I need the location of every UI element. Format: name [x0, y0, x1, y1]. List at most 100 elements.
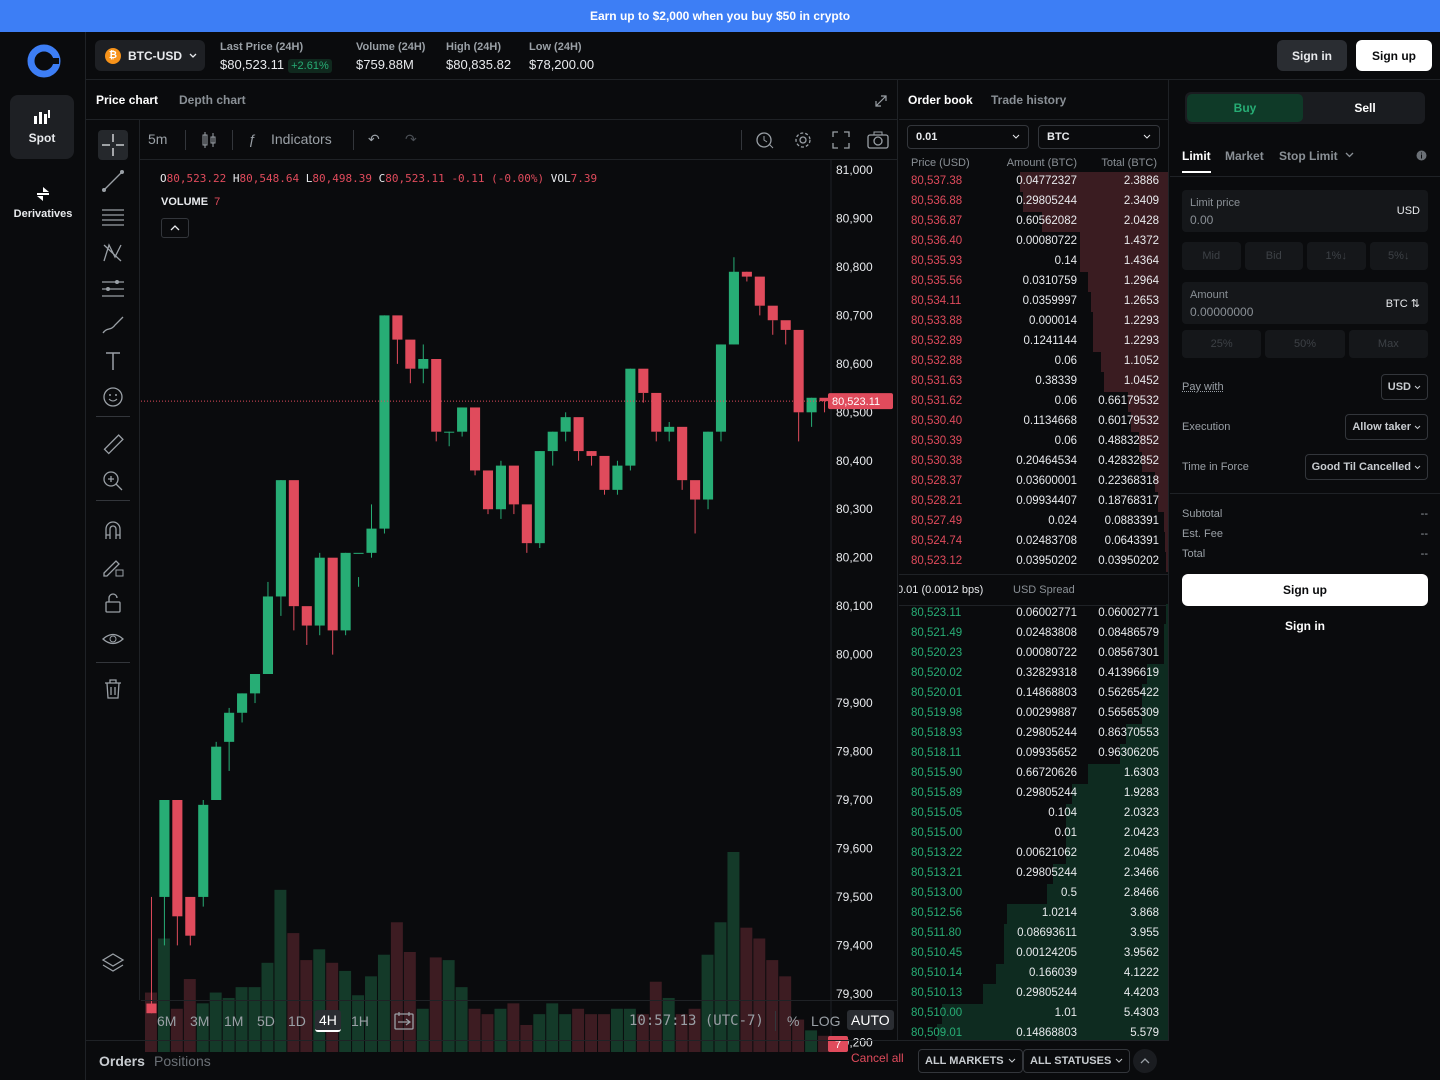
order-type-limit[interactable]: Limit: [1182, 149, 1211, 173]
form-sign-up-button[interactable]: Sign up: [1182, 574, 1428, 606]
candle-style-icon[interactable]: [201, 130, 217, 150]
bid-row[interactable]: 80,512.56 1.0214 3.868: [899, 904, 1168, 924]
settings-gear-icon[interactable]: [793, 130, 813, 150]
tab-depth-chart[interactable]: Depth chart: [179, 93, 246, 107]
chip-25pct[interactable]: 25%: [1182, 330, 1262, 358]
tab-trade-history[interactable]: Trade history: [991, 93, 1066, 107]
log-scale-toggle[interactable]: LOG: [811, 1013, 841, 1029]
chevron-down-icon[interactable]: [1345, 152, 1354, 158]
limit-price-input[interactable]: Limit price 0.00 USD: [1182, 190, 1428, 232]
expand-orders-button[interactable]: [1133, 1049, 1157, 1073]
ask-row[interactable]: 80,527.49 0.024 0.0883391: [899, 512, 1168, 532]
timeframe-1h[interactable]: 1H: [351, 1013, 369, 1029]
layers-icon[interactable]: [98, 948, 128, 978]
text-icon[interactable]: [98, 346, 128, 376]
percent-scale-toggle[interactable]: %: [787, 1013, 799, 1029]
ask-row[interactable]: 80,531.62 0.06 0.66179532: [899, 392, 1168, 412]
ask-row[interactable]: 80,535.56 0.0310759 1.2964: [899, 272, 1168, 292]
lock-drawing-icon[interactable]: [98, 552, 128, 582]
bid-row[interactable]: 80,520.02 0.32829318 0.41396619: [899, 664, 1168, 684]
chip-max[interactable]: Max: [1348, 330, 1428, 358]
timeframe-5d[interactable]: 5D: [257, 1013, 275, 1029]
sign-in-button[interactable]: Sign in: [1277, 40, 1347, 71]
bid-row[interactable]: 80,510.00 1.01 5.4303: [899, 1004, 1168, 1024]
candlestick-chart[interactable]: 81,00080,90080,80080,70080,60080,50080,4…: [141, 160, 898, 1052]
aggregation-select[interactable]: 0.01: [907, 125, 1029, 149]
statuses-filter[interactable]: ALL STATUSES: [1023, 1049, 1131, 1073]
bid-row[interactable]: 80,513.00 0.5 2.8466: [899, 884, 1168, 904]
unlock-icon[interactable]: [98, 588, 128, 618]
bid-row[interactable]: 80,515.90 0.66720626 1.6303: [899, 764, 1168, 784]
ask-row[interactable]: 80,535.93 0.14 1.4364: [899, 252, 1168, 272]
auto-scale-toggle[interactable]: AUTO: [847, 1010, 894, 1030]
bid-row[interactable]: 80,521.49 0.02483808 0.08486579: [899, 624, 1168, 644]
chip-50pct[interactable]: 50%: [1265, 330, 1345, 358]
bid-row[interactable]: 80,520.23 0.00080722 0.08567301: [899, 644, 1168, 664]
amount-input[interactable]: Amount 0.00000000 BTC ⇅: [1182, 282, 1428, 324]
tab-positions[interactable]: Positions: [154, 1053, 211, 1069]
ask-row[interactable]: 80,537.38 0.04772327 2.3886: [899, 172, 1168, 192]
alert-clock-icon[interactable]: [755, 130, 775, 150]
bid-row[interactable]: 80,515.00 0.01 2.0423: [899, 824, 1168, 844]
magnet-icon[interactable]: [98, 516, 128, 546]
tab-order-book[interactable]: Order book: [908, 93, 973, 107]
amount-unit-toggle[interactable]: BTC ⇅: [1386, 297, 1420, 310]
chip-5pct[interactable]: 5%↓: [1369, 242, 1428, 270]
bid-row[interactable]: 80,510.13 0.29805244 4.4203: [899, 984, 1168, 1004]
markets-filter[interactable]: ALL MARKETS: [918, 1049, 1023, 1073]
timeframe-3m[interactable]: 3M: [190, 1013, 209, 1029]
timeframe-1m[interactable]: 1M: [224, 1013, 243, 1029]
indicators-button[interactable]: Indicators: [271, 131, 332, 147]
ask-row[interactable]: 80,534.11 0.0359997 1.2653: [899, 292, 1168, 312]
fib-retracement-icon[interactable]: [98, 202, 128, 232]
promo-banner[interactable]: Earn up to $2,000 when you buy $50 in cr…: [0, 0, 1440, 32]
ask-row[interactable]: 80,530.40 0.1134668 0.60179532: [899, 412, 1168, 432]
brush-icon[interactable]: [98, 310, 128, 340]
bid-row[interactable]: 80,513.22 0.00621062 2.0485: [899, 844, 1168, 864]
order-type-market[interactable]: Market: [1225, 149, 1264, 163]
bid-row[interactable]: 80,510.45 0.00124205 3.9562: [899, 944, 1168, 964]
info-icon[interactable]: [1416, 150, 1427, 161]
emoji-icon[interactable]: [98, 382, 128, 412]
date-range-icon[interactable]: [394, 1011, 414, 1031]
ask-row[interactable]: 80,536.87 0.60562082 2.0428: [899, 212, 1168, 232]
trend-line-icon[interactable]: [98, 166, 128, 196]
bid-row[interactable]: 80,515.89 0.29805244 1.9283: [899, 784, 1168, 804]
buy-tab[interactable]: Buy: [1187, 94, 1303, 122]
nav-derivatives[interactable]: Derivatives: [4, 180, 82, 226]
order-type-stop-limit[interactable]: Stop Limit: [1279, 149, 1338, 163]
ask-row[interactable]: 80,530.39 0.06 0.48832852: [899, 432, 1168, 452]
bid-row[interactable]: 80,510.14 0.166039 4.1222: [899, 964, 1168, 984]
chip-bid[interactable]: Bid: [1244, 242, 1303, 270]
bid-row[interactable]: 80,523.11 0.06002771 0.06002771: [899, 604, 1168, 624]
ruler-icon[interactable]: [98, 430, 128, 460]
fullscreen-icon[interactable]: [832, 131, 850, 149]
interval-selector[interactable]: 5m: [148, 131, 167, 147]
ask-row[interactable]: 80,524.74 0.02483708 0.0643391: [899, 532, 1168, 552]
sell-tab[interactable]: Sell: [1307, 94, 1423, 122]
bid-row[interactable]: 80,513.21 0.29805244 2.3466: [899, 864, 1168, 884]
pattern-icon[interactable]: [98, 238, 128, 268]
ask-row[interactable]: 80,532.88 0.06 1.1052: [899, 352, 1168, 372]
expand-icon[interactable]: [875, 95, 887, 107]
ask-row[interactable]: 80,533.88 0.000014 1.2293: [899, 312, 1168, 332]
collapse-legend-button[interactable]: [161, 218, 189, 238]
bid-row[interactable]: 80,520.01 0.14868803 0.56265422: [899, 684, 1168, 704]
time-in-force-select[interactable]: Good Til Cancelled: [1304, 454, 1428, 480]
bid-row[interactable]: 80,511.80 0.08693611 3.955: [899, 924, 1168, 944]
timeframe-4h[interactable]: 4H: [315, 1010, 341, 1032]
nav-spot[interactable]: Spot: [10, 95, 74, 159]
execution-select[interactable]: Allow taker: [1345, 414, 1428, 440]
sign-up-button[interactable]: Sign up: [1356, 40, 1432, 71]
unit-select[interactable]: BTC: [1038, 125, 1160, 149]
timeframe-1d[interactable]: 1D: [288, 1013, 306, 1029]
ask-row[interactable]: 80,528.37 0.03600001 0.22368318: [899, 472, 1168, 492]
chip-mid[interactable]: Mid: [1182, 242, 1241, 270]
crosshair-icon[interactable]: [98, 130, 128, 160]
bid-row[interactable]: 80,519.98 0.00299887 0.56565309: [899, 704, 1168, 724]
chip-1pct[interactable]: 1%↓: [1307, 242, 1366, 270]
camera-icon[interactable]: [867, 131, 889, 149]
timeframe-6m[interactable]: 6M: [157, 1013, 176, 1029]
pay-with-select[interactable]: USD: [1380, 374, 1428, 400]
ask-row[interactable]: 80,528.21 0.09934407 0.18768317: [899, 492, 1168, 512]
